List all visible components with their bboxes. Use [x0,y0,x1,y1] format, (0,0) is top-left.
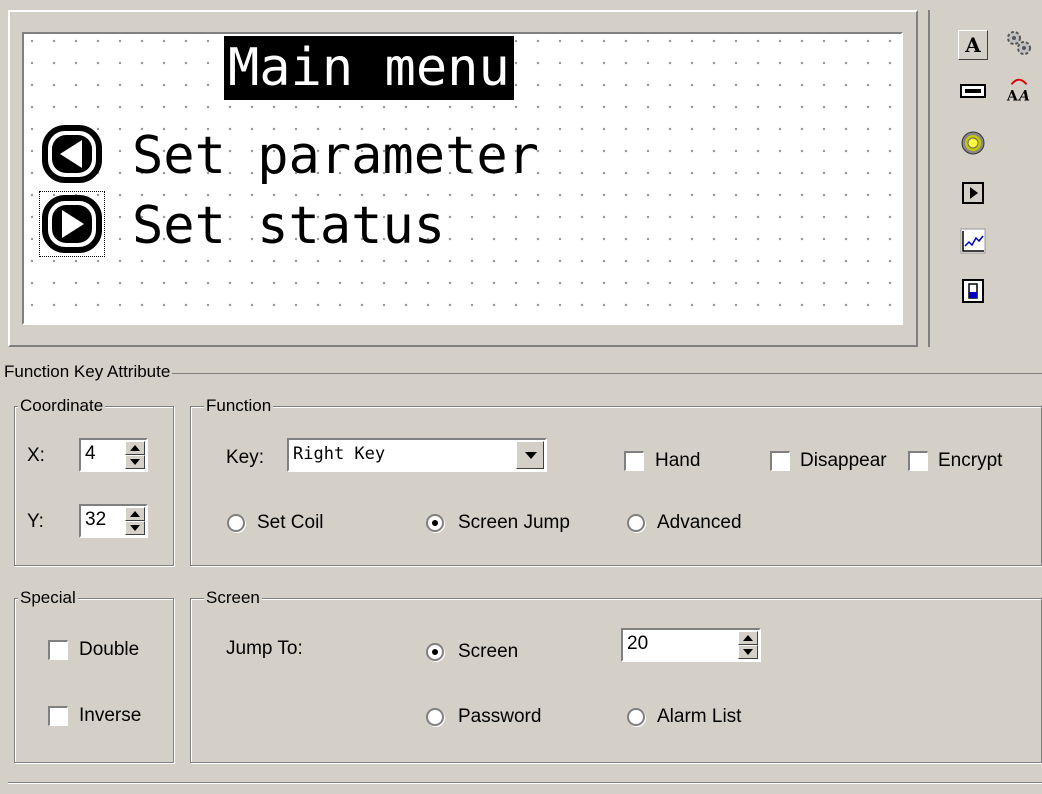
screen-radio[interactable] [426,643,444,661]
left-key-icon[interactable] [40,122,104,186]
x-label: X: [27,445,45,466]
lcd-line-set-status[interactable]: Set status [132,194,445,258]
trend-graph-icon [960,228,986,254]
function-group [190,406,1042,566]
jump-to-label: Jump To: [226,638,303,659]
hand-checkbox[interactable] [624,451,644,471]
function-key-icon [962,182,984,204]
set-coil-label[interactable]: Set Coil [257,512,324,534]
text-tool-button[interactable]: A [958,30,988,60]
screen-number-spin[interactable]: 20 [621,628,761,662]
encrypt-checkbox[interactable] [908,451,928,471]
inverse-checkbox[interactable] [48,706,68,726]
key-select-value[interactable]: Right Key [293,444,385,464]
function-title: Function [204,396,274,416]
x-spin[interactable]: 4 [79,438,148,472]
disappear-label[interactable]: Disappear [800,450,906,472]
x-value[interactable]: 4 [85,443,96,465]
disappear-checkbox[interactable] [770,451,790,471]
gears-icon [1007,31,1031,55]
lcd-title-text[interactable]: Main menu [224,36,514,100]
y-value[interactable]: 32 [85,509,106,531]
screen-spin-down-button[interactable] [738,645,758,659]
password-label[interactable]: Password [458,706,541,728]
screen-title: Screen [204,588,262,608]
screen-spin-up-button[interactable] [738,631,758,645]
screen-group [190,598,1042,763]
dynamic-text-tool-button[interactable]: A A [1004,74,1034,104]
alarm-list-radio[interactable] [627,708,645,726]
double-checkbox[interactable] [48,640,68,660]
dynamic-text-icon: A A [1006,78,1030,104]
screen-number-value[interactable]: 20 [627,633,648,655]
password-radio[interactable] [426,708,444,726]
x-spin-down-button[interactable] [125,455,145,469]
advanced-radio[interactable] [627,514,645,532]
display-value-tool-button[interactable] [958,76,988,106]
alarm-list-label[interactable]: Alarm List [657,706,741,728]
gears-tool-button[interactable] [1004,28,1034,58]
lcd-canvas[interactable]: Main menu Set parameter Set status [22,32,903,325]
coordinate-group [14,406,174,566]
special-group [14,598,174,763]
y-spin-down-button[interactable] [125,521,145,535]
key-label: Key: [226,447,265,468]
svg-text:A: A [1017,88,1030,104]
function-key-tool-button[interactable] [958,178,988,208]
display-value-icon [960,84,986,98]
y-spin[interactable]: 32 [79,504,148,538]
svg-text:A: A [1006,88,1019,104]
special-title: Special [18,588,78,608]
right-key-icon[interactable] [39,191,105,257]
bar-gauge-tool-button[interactable] [958,276,988,306]
screen-jump-label[interactable]: Screen Jump [458,512,580,534]
indicator-lamp-tool-button[interactable] [958,128,988,158]
text-icon: A [965,33,981,57]
encrypt-label[interactable]: Encrypt [938,450,1002,472]
bottom-divider [8,782,1042,784]
bar-gauge-icon [962,279,984,303]
toolbox: A A A [928,10,1042,347]
inverse-label[interactable]: Inverse [79,705,141,727]
advanced-label[interactable]: Advanced [657,512,742,534]
coordinate-title: Coordinate [18,396,106,416]
screen-option-label[interactable]: Screen [458,641,518,663]
key-select[interactable]: Right Key [287,438,547,472]
x-spin-up-button[interactable] [125,441,145,455]
trend-graph-tool-button[interactable] [958,226,988,256]
double-label[interactable]: Double [79,639,139,661]
chevron-down-icon[interactable] [516,441,544,469]
lcd-line-set-parameter[interactable]: Set parameter [132,124,539,188]
indicator-lamp-icon [961,131,985,155]
hand-label[interactable]: Hand [655,450,700,472]
screen-jump-radio[interactable] [426,514,444,532]
y-spin-up-button[interactable] [125,507,145,521]
set-coil-radio[interactable] [227,514,245,532]
function-key-attribute-title: Function Key Attribute [2,362,173,382]
y-label: Y: [27,511,44,532]
